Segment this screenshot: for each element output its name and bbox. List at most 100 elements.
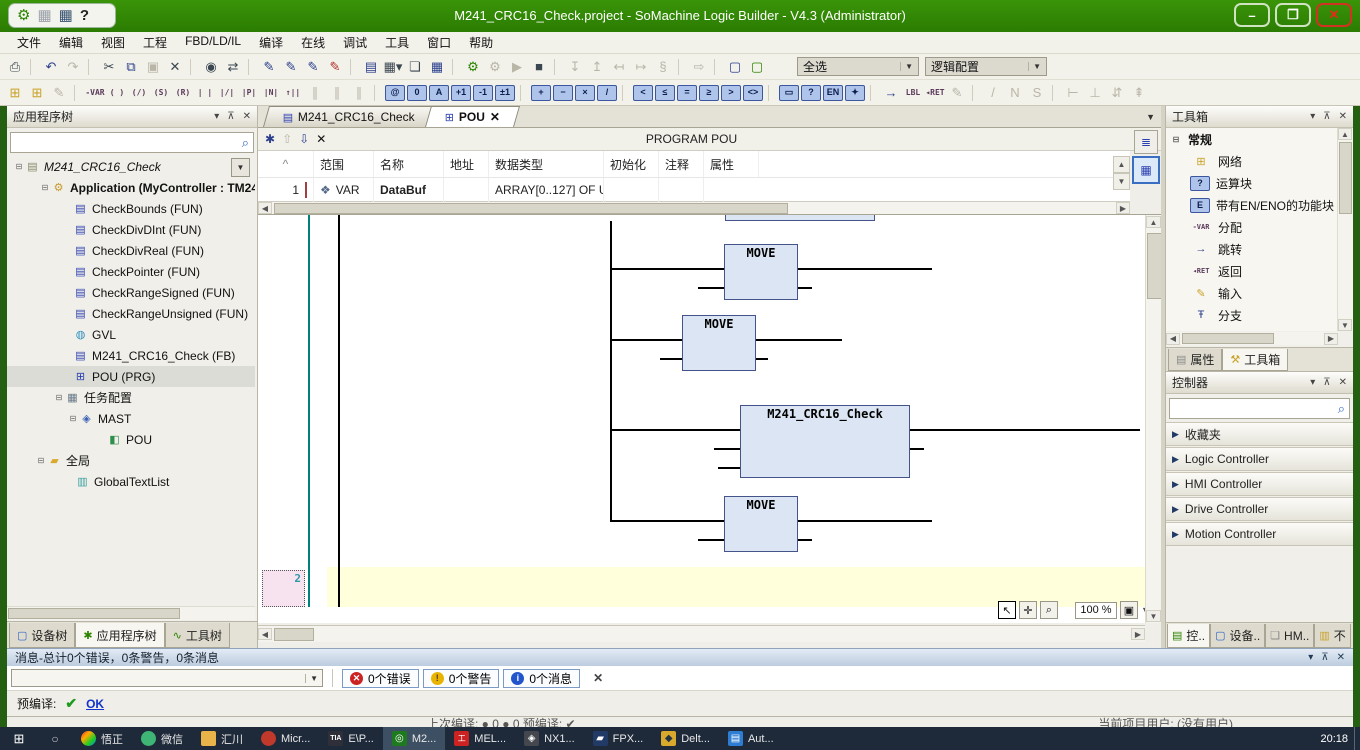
show-desktop-button[interactable]: [1354, 727, 1360, 750]
step-over-icon[interactable]: ↦: [631, 58, 651, 76]
pin-icon[interactable]: ⊼: [227, 111, 234, 122]
monitor-icon[interactable]: ▢: [725, 58, 745, 76]
build-dropdown-icon[interactable]: ▦▾: [383, 58, 403, 76]
negate-icon[interactable]: /: [983, 84, 1003, 102]
tree-search-input[interactable]: [11, 134, 238, 151]
zoom-tool-button[interactable]: ⌕: [1040, 601, 1058, 619]
mul-block-icon[interactable]: ×: [575, 85, 595, 101]
ge-block-icon[interactable]: ≥: [699, 85, 719, 101]
tray-green-icon[interactable]: [1168, 731, 1180, 746]
gt-block-icon[interactable]: >: [721, 85, 741, 101]
toolbox-item-branch[interactable]: Ŧ 分支: [1166, 304, 1338, 326]
simulation-icon[interactable]: ▢: [747, 58, 767, 76]
taskbar-item-somachine[interactable]: ◎ M2...: [383, 727, 445, 750]
scroll-down-icon[interactable]: ▼: [1146, 610, 1161, 622]
toolbar-icon[interactable]: [190, 59, 196, 75]
toolbox-group-boolean[interactable]: ⊞布尔操作符: [1166, 326, 1338, 331]
branch-up-icon[interactable]: ⇞: [1129, 84, 1149, 102]
toolbox-group-general[interactable]: ⊟常规: [1166, 128, 1338, 150]
taskbar-item-aut[interactable]: ▤ Aut...: [719, 727, 783, 750]
clear-messages-icon[interactable]: ✕: [593, 671, 603, 685]
tray-ime-icon[interactable]: [1273, 731, 1285, 746]
operator-block-icon[interactable]: ?: [801, 85, 821, 101]
toolbar-icon[interactable]: [452, 59, 458, 75]
column-header[interactable]: 名称: [374, 151, 444, 177]
tree-item-crc16-fb[interactable]: ▤ M241_CRC16_Check (FB): [7, 345, 255, 366]
menu-item[interactable]: 帮助: [460, 32, 502, 53]
dock-tab-application-tree[interactable]: ✱ 应用程序树: [75, 623, 164, 648]
search-icon[interactable]: ⌕: [238, 135, 253, 151]
parallel-contact-icon[interactable]: ∥: [305, 84, 325, 102]
scroll-left-icon[interactable]: ◀: [258, 628, 272, 640]
ld-toolbar-icon[interactable]: [520, 85, 526, 101]
login-icon[interactable]: ⚙: [463, 58, 483, 76]
toolbox-item-input[interactable]: ✎ 输入: [1166, 282, 1338, 304]
menu-item[interactable]: 编辑: [50, 32, 92, 53]
table-view-button[interactable]: ▦: [1132, 156, 1160, 184]
parallel-negated-icon[interactable]: ∥: [327, 84, 347, 102]
tree-item-task-config[interactable]: ⊟ ▦ 任务配置: [7, 387, 255, 408]
address-block-icon[interactable]: @: [385, 85, 405, 101]
menu-item[interactable]: 在线: [292, 32, 334, 53]
tree-item-checkrangeunsigned[interactable]: ▤ CheckRangeUnsigned (FUN): [7, 303, 255, 324]
tree-item-globaltextlist[interactable]: ▥ GlobalTextList: [7, 471, 255, 492]
expander-icon[interactable]: ⊟: [13, 162, 25, 171]
dock-tab-controller[interactable]: ▤ 控..: [1167, 624, 1210, 648]
taskbar-clock[interactable]: 20:18: [1320, 733, 1348, 745]
tree-item-checkbounds[interactable]: ▤ CheckBounds (FUN): [7, 198, 255, 219]
pan-tool-button[interactable]: ✛: [1019, 601, 1037, 619]
ld-toolbar-icon[interactable]: [622, 85, 628, 101]
ld-toolbar-icon[interactable]: [972, 85, 978, 101]
scroll-right-icon[interactable]: ▶: [1324, 333, 1338, 345]
tray-o2-icon[interactable]: [1294, 731, 1306, 746]
edge-detect-icon[interactable]: N: [1005, 84, 1025, 102]
toolbox-item-assignment[interactable]: -VAR 分配: [1166, 216, 1338, 238]
menu-item[interactable]: FBD/LD/IL: [176, 32, 250, 53]
tray-app1-icon[interactable]: [1126, 731, 1138, 746]
decl-scroll-down-icon[interactable]: ▼: [1113, 173, 1130, 190]
reset-coil-icon[interactable]: (R): [173, 84, 193, 102]
breakpoint-icon[interactable]: §: [653, 58, 673, 76]
scroll-thumb[interactable]: [1182, 333, 1274, 344]
ladder-vscrollbar[interactable]: ▲ ▼: [1145, 215, 1161, 623]
toolbar-icon[interactable]: [350, 59, 356, 75]
menu-item[interactable]: 调试: [334, 32, 376, 53]
sub-block-icon[interactable]: −: [553, 85, 573, 101]
comment-icon[interactable]: ✎: [49, 84, 69, 102]
parallel-branch-icon[interactable]: ∥: [349, 84, 369, 102]
pin-icon[interactable]: ⊼: [1323, 111, 1330, 122]
insert-network-icon[interactable]: ⊞: [27, 84, 47, 102]
continue-icon[interactable]: ⇨: [689, 58, 709, 76]
taskbar-item-nx[interactable]: ◈ NX1...: [515, 727, 584, 750]
toolbar-icon[interactable]: [714, 59, 720, 75]
dock-tab-toolbox[interactable]: ⚒ 工具箱: [1222, 349, 1288, 371]
events-icon[interactable]: ▦: [427, 58, 447, 76]
toolbox-item-return[interactable]: ◂RET 返回: [1166, 260, 1338, 282]
taskbar-item-folder[interactable]: 汇川: [192, 727, 252, 750]
close-panel-icon[interactable]: ✕: [243, 111, 251, 122]
pin-icon[interactable]: ⊼: [1323, 377, 1330, 388]
tree-item-checkpointer[interactable]: ▤ CheckPointer (FUN): [7, 261, 255, 282]
panel-menu-icon[interactable]: ▾: [1308, 652, 1313, 663]
toolbox-item-operator-block[interactable]: ? 运算块: [1166, 172, 1338, 194]
filter-errors-button[interactable]: ✕ 0个错误: [342, 669, 419, 688]
paste-special-icon[interactable]: ▤: [361, 58, 381, 76]
expander-icon[interactable]: ⊟: [35, 456, 47, 465]
edit-declaration-icon[interactable]: ✎: [259, 58, 279, 76]
scroll-up-icon[interactable]: ▲: [1146, 216, 1161, 228]
text-view-button[interactable]: ≣: [1134, 130, 1158, 154]
menu-item[interactable]: 视图: [92, 32, 134, 53]
taskbar-item-delta[interactable]: ◆ Delt...: [652, 727, 719, 750]
branch-start-icon[interactable]: ⊢: [1063, 84, 1083, 102]
column-header[interactable]: 属性: [704, 151, 759, 177]
dock-tab-misc[interactable]: ▥ 不: [1314, 624, 1350, 648]
move-block-2[interactable]: MOVE: [682, 315, 756, 371]
close-button[interactable]: ✕: [1316, 3, 1352, 27]
column-header[interactable]: 地址: [444, 151, 489, 177]
scroll-thumb[interactable]: [1147, 233, 1162, 299]
column-header[interactable]: 数据类型: [489, 151, 604, 177]
remove-declaration-icon[interactable]: ✎: [325, 58, 345, 76]
new-block-icon[interactable]: ✦: [845, 85, 865, 101]
find-icon[interactable]: ◉: [201, 58, 221, 76]
delete-icon[interactable]: ✕: [165, 58, 185, 76]
